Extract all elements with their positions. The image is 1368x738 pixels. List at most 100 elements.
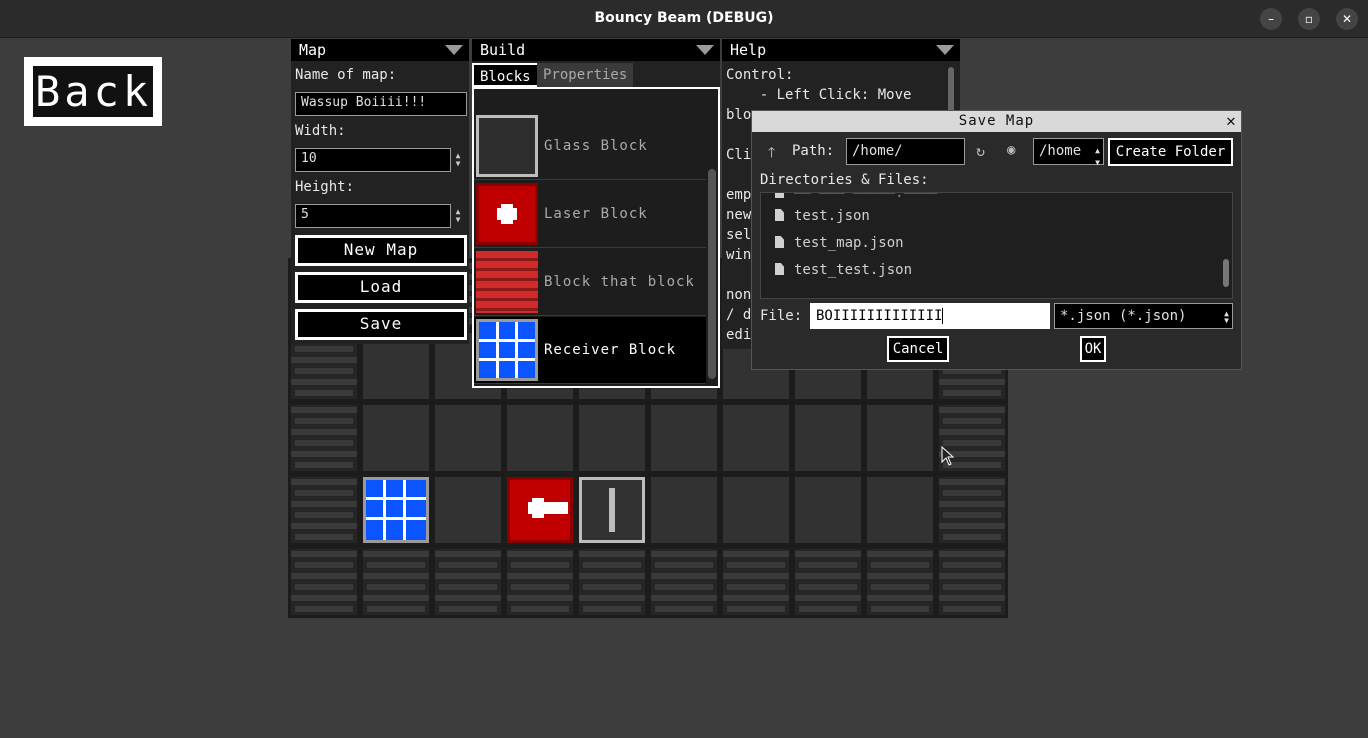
map-cell-wall[interactable]	[291, 405, 357, 471]
dialog-title: Save Map	[752, 111, 1241, 132]
file-icon	[775, 263, 784, 275]
width-input[interactable]: 10	[295, 148, 451, 172]
dirs-label: Directories & Files:	[760, 172, 929, 188]
map-cell-glass[interactable]	[579, 477, 645, 543]
map-cell-empty[interactable]	[795, 405, 861, 471]
new-map-button[interactable]: New Map	[295, 235, 467, 266]
map-cell-empty[interactable]	[651, 405, 717, 471]
width-stepper[interactable]: ▲ ▼	[453, 152, 463, 168]
refresh-icon[interactable]: ↻	[976, 142, 985, 160]
dialog-close-icon[interactable]: ✕	[1222, 112, 1240, 130]
file-item[interactable]: test.json	[775, 203, 870, 229]
file-name-value: BOIIIIIIIIIIIII	[816, 308, 943, 324]
map-cell-wall[interactable]	[939, 477, 1005, 543]
mouse-cursor-icon	[941, 446, 955, 466]
map-cell-empty[interactable]	[435, 477, 501, 543]
block-item-blocker[interactable]: Block that block l	[474, 249, 706, 316]
map-cell-wall[interactable]	[435, 549, 501, 615]
brick-block-icon	[476, 251, 538, 313]
collapse-icon[interactable]	[445, 45, 463, 55]
help-panel-title: Help	[730, 41, 767, 59]
block-name: Laser Block	[544, 206, 648, 222]
map-cell-empty[interactable]	[867, 477, 933, 543]
block-list-scrollbar[interactable]	[708, 169, 716, 379]
map-name-input[interactable]: Wassup Boiiii!!!	[295, 92, 467, 116]
height-input[interactable]: 5	[295, 204, 451, 228]
save-map-dialog: Save Map ✕ 🡑 Path: /home/ ↻ ◉ /home ▲ ▼ C…	[751, 110, 1242, 370]
map-panel-title: Map	[299, 41, 327, 59]
build-panel: Build Blocks Properties Glass Block Lase…	[472, 39, 720, 388]
height-label: Height:	[295, 179, 355, 195]
map-cell-wall[interactable]	[507, 549, 573, 615]
map-cell-empty[interactable]	[867, 405, 933, 471]
map-cell-wall[interactable]	[867, 549, 933, 615]
drive-select[interactable]: /home ▲ ▼	[1033, 138, 1104, 167]
map-cell-empty[interactable]	[795, 477, 861, 543]
block-item-receiver[interactable]: Receiver Block	[474, 317, 706, 384]
select-arrows-icon: ▲ ▼	[1224, 309, 1229, 325]
ok-button[interactable]: OK	[1080, 336, 1106, 362]
file-filter-select[interactable]: *.json (*.json) ▲ ▼	[1054, 303, 1233, 329]
block-list[interactable]: Glass Block Laser Block Block that block…	[472, 87, 720, 388]
map-cell-wall[interactable]	[939, 549, 1005, 615]
map-cell-wall[interactable]	[291, 477, 357, 543]
map-panel: Map Name of map: Wassup Boiiii!!! Width:…	[291, 39, 469, 344]
map-cell-empty[interactable]	[579, 405, 645, 471]
height-stepper[interactable]: ▲ ▼	[453, 208, 463, 224]
file-name-input[interactable]: BOIIIIIIIIIIIII	[810, 303, 1050, 329]
map-cell-empty[interactable]	[507, 405, 573, 471]
block-item-laser[interactable]: Laser Block	[474, 181, 706, 248]
map-cell-wall[interactable]	[651, 549, 717, 615]
file-item[interactable]: test_map.json	[775, 230, 904, 256]
map-cell-empty[interactable]	[723, 405, 789, 471]
show-hidden-icon[interactable]: ◉	[1007, 142, 1015, 158]
help-panel-header[interactable]: Help	[722, 39, 960, 61]
collapse-icon[interactable]	[696, 45, 714, 55]
map-cell-wall[interactable]	[363, 549, 429, 615]
block-name: Glass Block	[544, 138, 648, 154]
map-name-label: Name of map:	[295, 67, 397, 83]
block-name: Block that block l	[544, 274, 704, 290]
close-window-button[interactable]: ✕	[1336, 8, 1358, 30]
map-cell-empty[interactable]	[363, 405, 429, 471]
map-cell-empty[interactable]	[723, 477, 789, 543]
map-panel-header[interactable]: Map	[291, 39, 469, 61]
file-label: File:	[760, 308, 803, 324]
map-cell-receiver[interactable]	[363, 477, 429, 543]
save-label: Save	[298, 312, 464, 337]
map-cell-wall[interactable]	[579, 549, 645, 615]
file-icon	[775, 236, 784, 248]
back-button[interactable]: Back	[24, 57, 162, 126]
load-button[interactable]: Load	[295, 272, 467, 303]
map-cell-empty[interactable]	[435, 405, 501, 471]
file-list[interactable]: —— ——— —————.———— test.json test_map.jso…	[760, 192, 1233, 299]
block-item-glass[interactable]: Glass Block	[474, 113, 706, 180]
block-name: Receiver Block	[544, 342, 677, 358]
minimize-button[interactable]: –	[1260, 8, 1282, 30]
file-item-partial[interactable]: —— ——— —————.————	[775, 193, 995, 199]
cancel-button[interactable]: Cancel	[887, 336, 949, 362]
map-cell-wall[interactable]	[795, 549, 861, 615]
path-input[interactable]: /home/	[846, 138, 965, 165]
drive-select-value: /home	[1039, 143, 1082, 159]
glass-block-icon	[476, 115, 538, 177]
path-label: Path:	[792, 143, 835, 159]
collapse-icon[interactable]	[936, 45, 954, 55]
parent-dir-icon[interactable]: 🡑	[768, 142, 775, 166]
load-label: Load	[298, 275, 464, 300]
build-panel-header[interactable]: Build	[472, 39, 720, 61]
select-arrows-icon: ▲ ▼	[1095, 146, 1100, 167]
create-folder-button[interactable]: Create Folder	[1108, 138, 1233, 166]
file-list-scrollbar[interactable]	[1223, 259, 1229, 287]
tab-properties[interactable]: Properties	[537, 63, 634, 87]
tab-blocks[interactable]: Blocks	[472, 63, 539, 87]
width-label: Width:	[295, 123, 346, 139]
map-cell-wall[interactable]	[723, 549, 789, 615]
map-cell-laser[interactable]	[507, 477, 573, 543]
save-button[interactable]: Save	[295, 309, 467, 340]
map-cell-wall[interactable]	[291, 549, 357, 615]
new-map-label: New Map	[298, 238, 464, 263]
file-item[interactable]: test_test.json	[775, 257, 912, 283]
maximize-button[interactable]: ▫	[1298, 8, 1320, 30]
map-cell-empty[interactable]	[651, 477, 717, 543]
